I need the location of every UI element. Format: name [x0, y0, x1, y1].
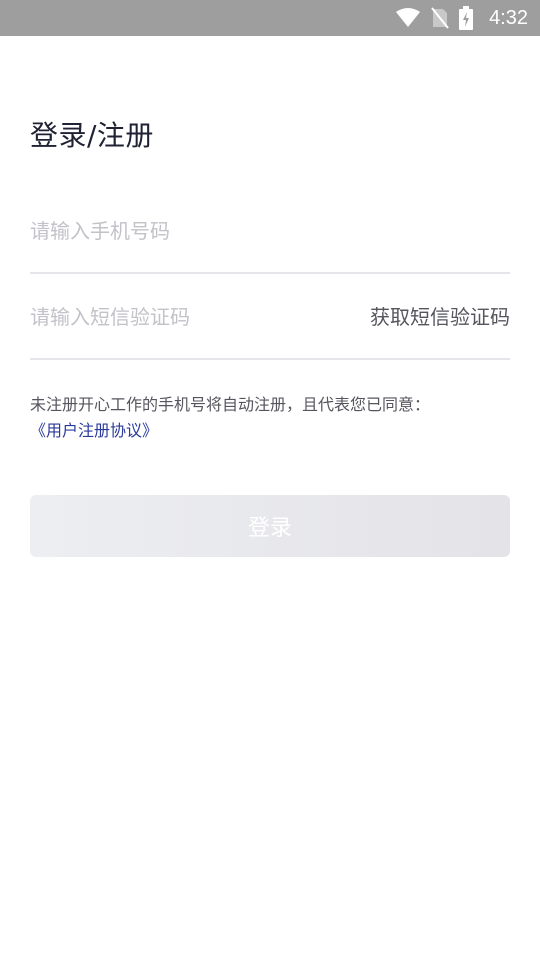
wifi-icon — [395, 8, 421, 28]
phone-input[interactable] — [30, 216, 510, 246]
verification-code-input[interactable] — [30, 302, 330, 332]
page-title: 登录/注册 — [30, 119, 154, 152]
battery-charging-icon — [459, 6, 474, 30]
phone-field — [30, 204, 510, 274]
code-field: 获取短信验证码 — [30, 290, 510, 360]
status-bar: 4:32 — [0, 0, 540, 36]
get-code-button[interactable]: 获取短信验证码 — [370, 302, 510, 332]
user-agreement-link[interactable]: 《用户注册协议》 — [30, 418, 158, 444]
notice-text: 未注册开心工作的手机号将自动注册，且代表您已同意： — [30, 395, 431, 414]
login-button[interactable]: 登录 — [30, 495, 510, 557]
no-sim-icon — [431, 7, 449, 29]
status-icons: 4:32 — [395, 6, 528, 30]
status-time: 4:32 — [489, 6, 528, 29]
registration-notice: 未注册开心工作的手机号将自动注册，且代表您已同意： 《用户注册协议》 — [30, 392, 510, 444]
